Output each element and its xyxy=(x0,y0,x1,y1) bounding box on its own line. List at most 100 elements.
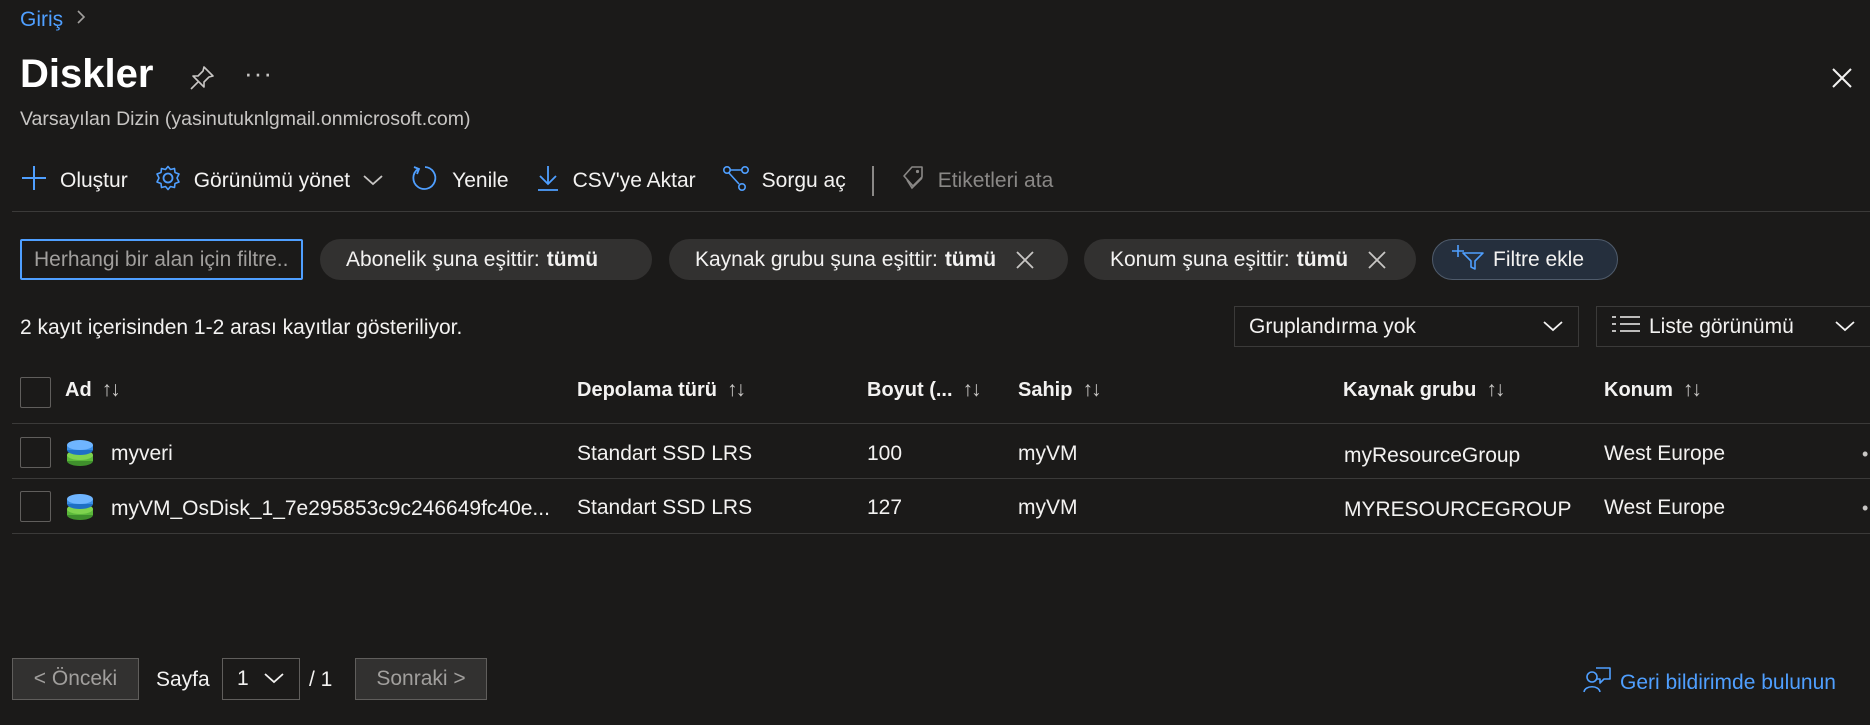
size-cell: 100 xyxy=(867,442,903,465)
tag-icon xyxy=(900,164,926,198)
page-label: Sayfa xyxy=(156,668,210,691)
next-page-button[interactable]: Sonraki > xyxy=(355,658,487,700)
breadcrumb-home-link[interactable]: Giriş xyxy=(20,8,63,32)
download-icon xyxy=(535,163,561,199)
previous-page-button[interactable]: < Önceki xyxy=(12,658,139,700)
location-filter-label: Konum şuna eşittir: xyxy=(1110,247,1290,271)
page-value: 1 xyxy=(237,667,249,690)
add-filter-button[interactable]: Filtre ekle xyxy=(1432,239,1618,280)
page-title: Diskler xyxy=(20,52,154,96)
view-value: Liste görünümü xyxy=(1649,314,1794,338)
chevron-down-icon xyxy=(1542,315,1564,339)
column-size-label: Boyut (... xyxy=(867,378,953,401)
grouping-dropdown[interactable]: Gruplandırma yok xyxy=(1234,306,1579,347)
column-header-location[interactable]: Konum ↑↓ xyxy=(1604,378,1702,402)
gear-icon xyxy=(154,164,182,198)
create-label: Oluştur xyxy=(60,169,128,192)
view-dropdown[interactable]: Liste görünümü xyxy=(1596,306,1870,347)
column-header-owner[interactable]: Sahip ↑↓ xyxy=(1018,378,1101,402)
row-divider xyxy=(12,533,1870,534)
column-resource-group-label: Kaynak grubu xyxy=(1343,378,1477,401)
open-query-label: Sorgu aç xyxy=(761,169,846,192)
location-filter-value: tümü xyxy=(1296,247,1349,271)
feedback-icon xyxy=(1582,665,1612,701)
pin-icon[interactable] xyxy=(188,64,216,92)
export-csv-button[interactable]: CSV'ye Aktar xyxy=(535,163,696,199)
sort-icon: ↑↓ xyxy=(962,378,982,401)
chevron-down-icon xyxy=(263,667,285,691)
filter-search-input[interactable] xyxy=(20,239,303,280)
sort-icon: ↑↓ xyxy=(1682,378,1702,401)
more-options-icon[interactable]: ··· xyxy=(244,58,273,89)
location-cell: West Europe xyxy=(1604,496,1726,519)
page-select[interactable]: 1 xyxy=(222,658,300,700)
location-cell: West Europe xyxy=(1604,442,1726,465)
create-button[interactable]: Oluştur xyxy=(20,164,128,198)
storage-type-cell: Standart SSD LRS xyxy=(577,496,753,519)
column-header-size[interactable]: Boyut (... ↑↓ xyxy=(867,378,982,402)
manage-view-button[interactable]: Görünümü yönet xyxy=(154,164,384,198)
disk-icon xyxy=(65,493,95,523)
column-name-label: Ad xyxy=(65,378,92,401)
subscription-filter-label: Abonelik şuna eşittir: xyxy=(346,247,540,271)
feedback-label: Geri bildirimde bulunun xyxy=(1620,671,1836,694)
close-icon[interactable] xyxy=(1828,64,1856,92)
resource-group-filter-pill[interactable]: Kaynak grubu şuna eşittir: tümü xyxy=(669,239,1068,280)
column-header-storage-type[interactable]: Depolama türü ↑↓ xyxy=(577,378,746,402)
resource-group-link[interactable]: MYRESOURCEGROUP xyxy=(1344,498,1572,522)
add-filter-label: Filtre ekle xyxy=(1493,247,1585,271)
column-owner-label: Sahip xyxy=(1018,378,1073,401)
records-count-text: 2 kayıt içerisinden 1-2 arası kayıtlar g… xyxy=(20,316,463,339)
assign-tags-button[interactable]: Etiketleri ata xyxy=(900,164,1054,198)
feedback-link[interactable]: Geri bildirimde bulunun xyxy=(1582,665,1836,701)
close-icon[interactable] xyxy=(1366,249,1388,271)
toolbar: Oluştur Görünümü yönet Yenile CSV'ye Akt… xyxy=(20,160,1079,202)
assign-tags-label: Etiketleri ata xyxy=(937,169,1054,192)
storage-type-cell: Standart SSD LRS xyxy=(577,442,753,465)
column-header-name[interactable]: Ad ↑↓ xyxy=(65,378,121,402)
row-checkbox[interactable] xyxy=(20,491,51,522)
chevron-down-icon xyxy=(362,169,384,193)
page-total: / 1 xyxy=(309,668,333,691)
chevron-down-icon xyxy=(1834,315,1856,339)
disk-name-link[interactable]: myveri xyxy=(111,442,173,466)
size-cell: 127 xyxy=(867,496,903,519)
query-graph-icon xyxy=(722,164,750,198)
location-filter-pill[interactable]: Konum şuna eşittir: tümü xyxy=(1084,239,1416,280)
close-icon[interactable] xyxy=(1014,249,1036,271)
add-filter-icon xyxy=(1451,243,1485,277)
list-view-icon xyxy=(1611,314,1641,340)
page-subtitle: Varsayılan Dizin (yasinutuknlgmail.onmic… xyxy=(20,108,471,130)
toolbar-divider xyxy=(871,166,874,196)
manage-view-label: Görünümü yönet xyxy=(193,169,351,192)
refresh-icon xyxy=(410,163,440,199)
row-more-icon[interactable]: • xyxy=(1862,498,1868,519)
toolbar-divider-line xyxy=(12,211,1870,212)
breadcrumb: Giriş xyxy=(20,8,87,32)
row-checkbox[interactable] xyxy=(20,437,51,468)
table-header-divider xyxy=(12,423,1870,424)
grouping-value: Gruplandırma yok xyxy=(1249,314,1416,338)
refresh-label: Yenile xyxy=(452,169,509,192)
select-all-checkbox[interactable] xyxy=(20,377,51,408)
disk-icon xyxy=(65,439,95,469)
subscription-filter-pill[interactable]: Abonelik şuna eşittir: tümü xyxy=(320,239,652,280)
refresh-button[interactable]: Yenile xyxy=(410,163,509,199)
resource-group-filter-label: Kaynak grubu şuna eşittir: xyxy=(695,247,938,271)
sort-icon: ↑↓ xyxy=(1082,378,1101,401)
sort-icon: ↑↓ xyxy=(101,378,121,401)
owner-cell: myVM xyxy=(1018,496,1078,519)
resource-group-link[interactable]: myResourceGroup xyxy=(1344,444,1520,468)
resource-group-filter-value: tümü xyxy=(944,247,997,271)
plus-icon xyxy=(20,164,48,198)
column-header-resource-group[interactable]: Kaynak grubu ↑↓ xyxy=(1343,378,1505,402)
row-more-icon[interactable]: • xyxy=(1862,444,1868,465)
export-csv-label: CSV'ye Aktar xyxy=(572,169,696,192)
column-location-label: Konum xyxy=(1604,378,1673,401)
open-query-button[interactable]: Sorgu aç xyxy=(722,164,846,198)
owner-cell: myVM xyxy=(1018,442,1078,465)
disk-name-link[interactable]: myVM_OsDisk_1_7e295853c9c246649fc40e... xyxy=(111,497,557,521)
sort-icon: ↑↓ xyxy=(727,378,746,401)
chevron-right-icon xyxy=(75,8,87,32)
sort-icon: ↑↓ xyxy=(1486,378,1505,401)
